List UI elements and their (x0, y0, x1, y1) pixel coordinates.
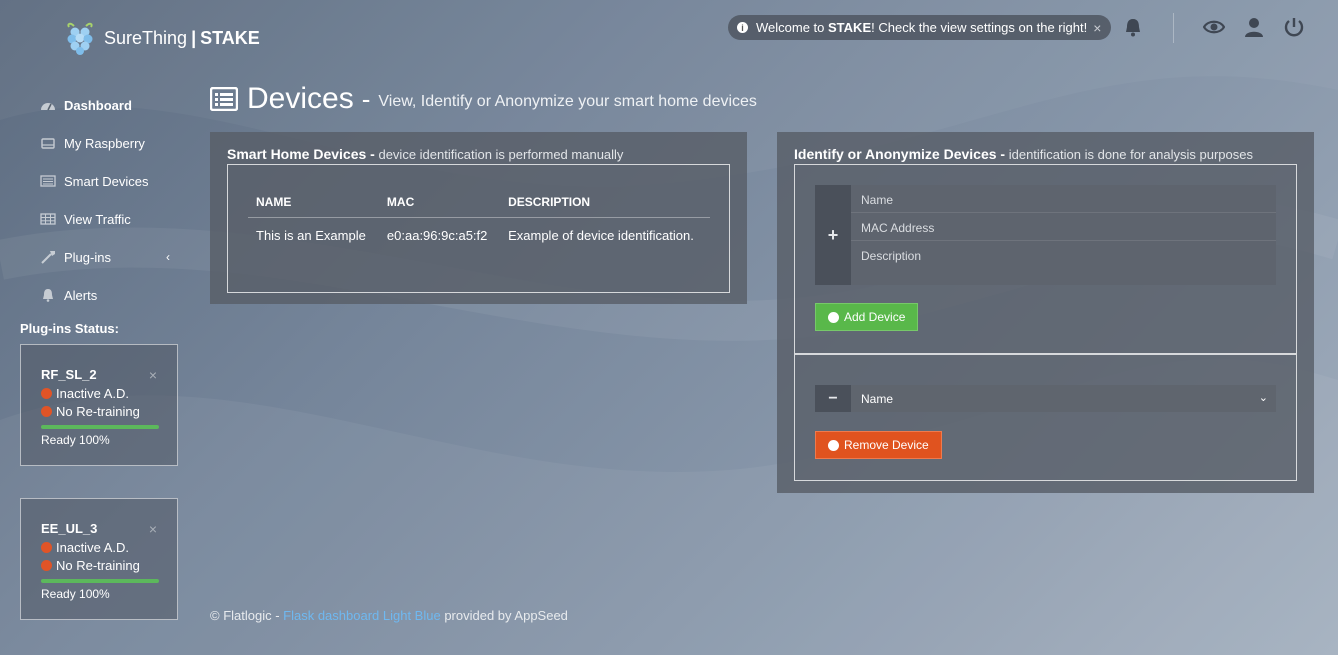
plus-icon: + (827, 224, 839, 245)
plugin-ready-text: Ready 100% (41, 587, 110, 601)
add-device-form: + Name MAC Address Description Add Devic… (794, 164, 1297, 354)
plugin-status-retrain: No Re-training (41, 402, 177, 420)
table-row[interactable]: This is an Example e0:aa:96:9c:a5:f2 Exa… (248, 218, 710, 252)
footer: © Flatlogic - Flask dashboard Light Blue… (210, 608, 568, 623)
welcome-text: Welcome to STAKE! Check the view setting… (756, 20, 1088, 35)
cell-description: Example of device identification. (508, 228, 694, 243)
device-input-group: + Name MAC Address Description (815, 185, 1276, 285)
welcome-notification: i Welcome to STAKE! Check the view setti… (728, 15, 1112, 40)
power-icon[interactable] (1283, 16, 1305, 38)
panel-heading: Smart Home Devices - device identificati… (227, 146, 624, 162)
plugin-card: RF_SL_2 × Inactive A.D. No Re-training R… (20, 344, 178, 466)
close-icon[interactable]: × (149, 521, 157, 537)
cell-name: This is an Example (256, 228, 366, 243)
remove-device-button[interactable]: Remove Device (815, 431, 942, 459)
header-divider (1173, 13, 1174, 43)
eye-icon[interactable] (1203, 16, 1225, 38)
plugin-icon (41, 251, 55, 264)
cell-mac: e0:aa:96:9c:a5:f2 (386, 228, 488, 243)
sidebar-item-view-traffic[interactable]: View Traffic (40, 200, 180, 238)
raspberry-logo-icon (67, 22, 93, 55)
minus-icon: − (828, 389, 838, 407)
info-icon: i (737, 22, 748, 33)
plugin-progress-bar (41, 579, 159, 583)
column-header-description: DESCRIPTION (500, 187, 710, 218)
description-textarea[interactable]: Description (851, 241, 1276, 285)
bell-icon (43, 289, 53, 302)
devices-table: NAME MAC DESCRIPTION This is an Example … (248, 187, 710, 251)
column-header-name: NAME (248, 187, 379, 218)
sidebar-item-smart-devices[interactable]: Smart Devices (40, 162, 180, 200)
table-header-row: NAME MAC DESCRIPTION (248, 187, 710, 218)
sidebar-item-plug-ins[interactable]: Plug-ins ‹ (40, 238, 180, 276)
brand-logo[interactable]: SureThing | STAKE (66, 20, 260, 56)
footer-link[interactable]: Flask dashboard Light Blue (283, 608, 441, 623)
plugin-status-ad: Inactive A.D. (41, 384, 177, 402)
close-icon[interactable]: × (149, 367, 157, 383)
minus-circle-icon (828, 439, 839, 451)
chevron-left-icon[interactable]: ‹ (166, 250, 170, 264)
close-icon[interactable]: × (1093, 20, 1101, 36)
status-dot-icon (41, 559, 52, 571)
mac-address-input[interactable]: MAC Address (851, 213, 1276, 241)
panel-heading: Identify or Anonymize Devices - identifi… (794, 146, 1253, 162)
brand-text: SureThing | STAKE (104, 27, 260, 48)
devices-table-box: NAME MAC DESCRIPTION This is an Example … (227, 164, 730, 293)
list-icon (210, 87, 238, 111)
raspberry-icon (41, 138, 55, 149)
page-subtitle: View, Identify or Anonymize your smart h… (378, 93, 757, 110)
identify-devices-panel: Identify or Anonymize Devices - identifi… (777, 132, 1314, 493)
name-input[interactable]: Name (851, 185, 1276, 213)
sidebar-item-dashboard[interactable]: Dashboard (40, 86, 180, 124)
dashboard-icon (41, 103, 55, 111)
status-dot-icon (41, 387, 52, 399)
plugin-card: EE_UL_3 × Inactive A.D. No Re-training R… (20, 498, 178, 620)
remove-device-form: − Name ⌄ Remove Device (794, 354, 1297, 481)
device-select[interactable]: Name ⌄ (851, 385, 1276, 412)
sidebar-item-alerts[interactable]: Alerts (40, 276, 180, 314)
plugin-progress-bar (41, 425, 159, 429)
sidebar-item-my-raspberry[interactable]: My Raspberry (40, 124, 180, 162)
plugin-ready-text: Ready 100% (41, 433, 110, 447)
user-icon[interactable] (1243, 16, 1265, 38)
page-title: Devices - View, Identify or Anonymize yo… (210, 82, 757, 116)
table-icon (40, 213, 56, 225)
devices-list-icon (40, 175, 56, 187)
plus-circle-icon (828, 311, 839, 323)
sidebar-nav: Dashboard My Raspberry Smart Devices Vie… (40, 86, 180, 314)
column-header-mac: MAC (378, 187, 501, 218)
chevron-down-icon: ⌄ (1258, 392, 1268, 404)
bell-icon[interactable] (1122, 16, 1144, 38)
status-dot-icon (41, 405, 52, 417)
plugin-status-retrain: No Re-training (41, 556, 177, 574)
device-select-group: − Name ⌄ (815, 385, 1276, 412)
status-dot-icon (41, 541, 52, 553)
plugins-status-title: Plug-ins Status: (20, 321, 119, 336)
smart-devices-panel: Smart Home Devices - device identificati… (210, 132, 747, 304)
add-device-button[interactable]: Add Device (815, 303, 919, 331)
plugin-status-ad: Inactive A.D. (41, 538, 177, 556)
